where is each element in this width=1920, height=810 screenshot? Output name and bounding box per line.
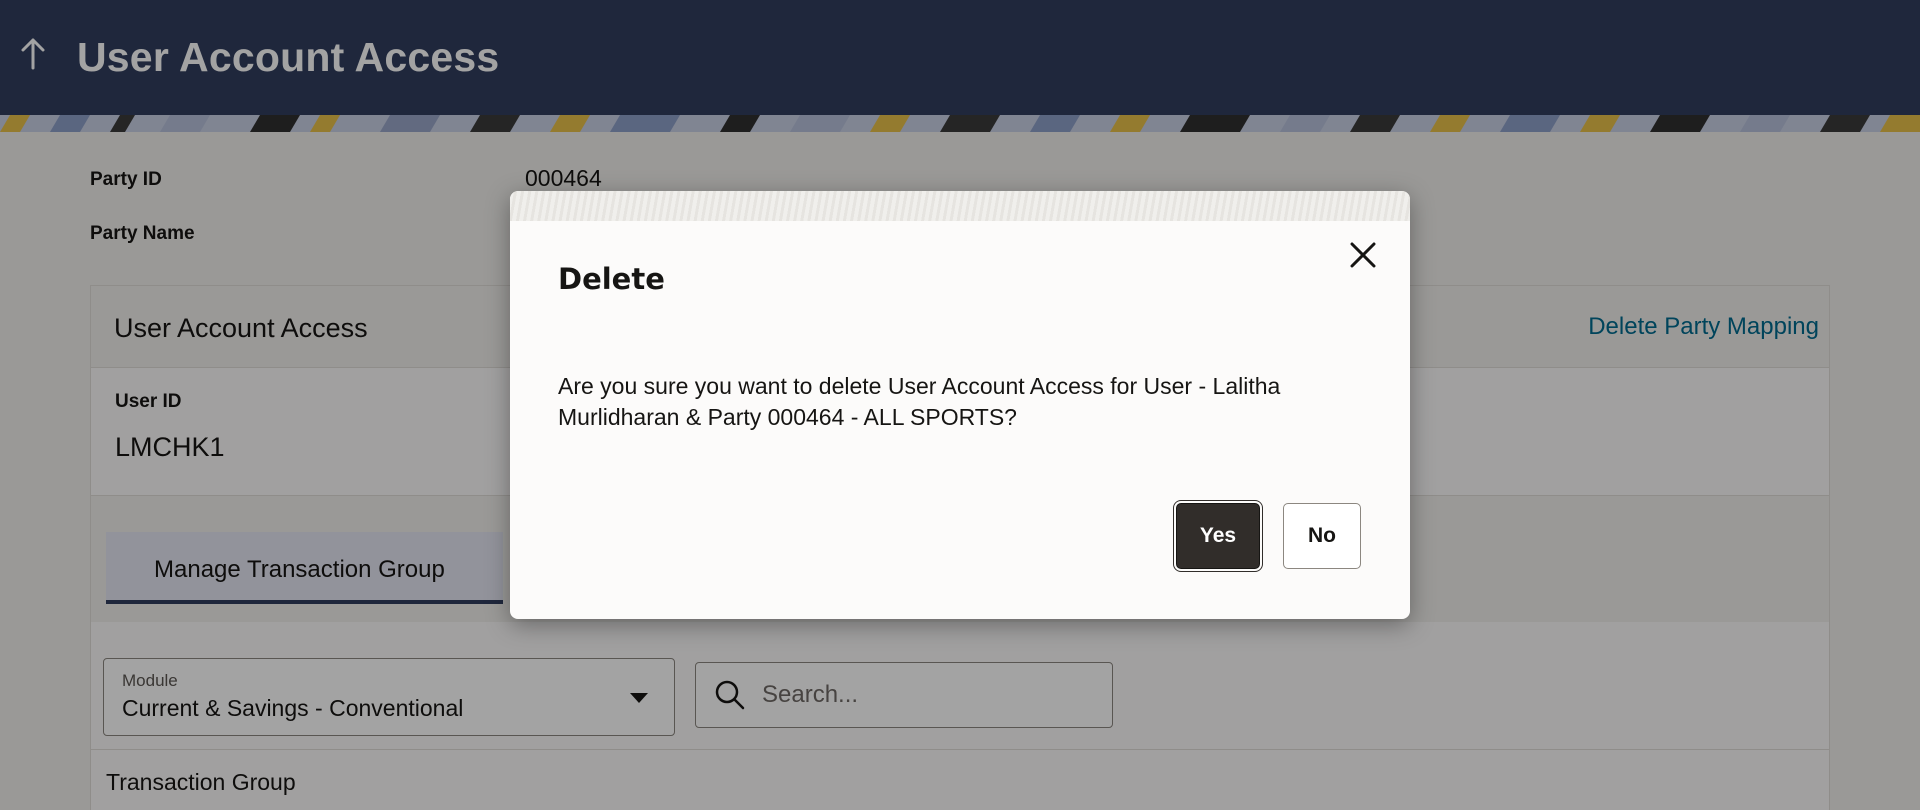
dialog-message: Are you sure you want to delete User Acc… <box>558 373 1281 430</box>
delete-dialog: Delete Are you sure you want to delete U… <box>510 191 1410 619</box>
no-button[interactable]: No <box>1283 503 1361 569</box>
dialog-title: Delete <box>558 262 665 296</box>
dialog-texture <box>510 191 1410 221</box>
yes-button[interactable]: Yes <box>1176 503 1260 569</box>
close-icon[interactable] <box>1347 239 1379 271</box>
